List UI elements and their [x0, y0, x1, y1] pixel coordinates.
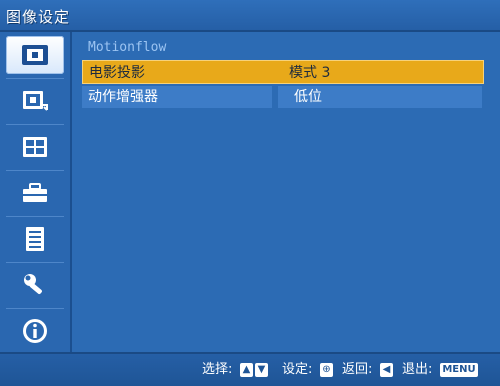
- exit-hint: 退出:: [402, 362, 433, 377]
- sidebar-item-info[interactable]: [6, 312, 64, 350]
- footer-hint-bar: 选择: ▲ ▼ 设定: ⊕ 返回: ◀ 退出: MENU: [0, 352, 500, 386]
- sidebar-item-screen[interactable]: [6, 128, 64, 166]
- menu-row-film-mode[interactable]: 电影投影 模式 3: [82, 60, 484, 84]
- picture-adjust-icon: [20, 88, 50, 114]
- select-hint: 选择:: [202, 362, 233, 377]
- window-title: 图像设定: [6, 8, 71, 26]
- picture-icon: [20, 43, 50, 67]
- toolbox-icon: [20, 181, 50, 205]
- sidebar-item-list[interactable]: [6, 220, 64, 258]
- title-bar: 图像设定: [0, 0, 500, 32]
- menu-key: MENU: [440, 363, 478, 377]
- info-icon: [20, 316, 50, 346]
- menu-row-motion-enhancer[interactable]: 动作增强器 低位: [82, 86, 482, 108]
- main-panel: Motionflow 电影投影 模式 3 动作增强器 低位: [74, 32, 500, 352]
- sidebar-item-picture[interactable]: [6, 36, 64, 74]
- row-value: 模式 3: [289, 65, 331, 81]
- sidebar-item-toolbox[interactable]: [6, 174, 64, 212]
- back-hint: 返回:: [342, 362, 373, 377]
- sidebar-item-wrench[interactable]: [6, 266, 64, 304]
- wrench-icon: [20, 272, 50, 298]
- down-key-icon: ▼: [255, 363, 268, 377]
- enter-key-icon: ⊕: [320, 363, 333, 377]
- sidebar-item-picture-adjust[interactable]: [6, 82, 64, 120]
- up-key-icon: ▲: [240, 363, 253, 377]
- row-label: 电影投影: [89, 65, 145, 81]
- sidebar: [0, 32, 72, 352]
- row-value: 低位: [278, 86, 482, 108]
- list-icon: [20, 225, 50, 253]
- back-key-icon: ◀: [380, 363, 393, 377]
- set-hint: 设定:: [282, 362, 313, 377]
- screen-layout-icon: [20, 135, 50, 159]
- section-title: Motionflow: [88, 40, 167, 55]
- row-label: 动作增强器: [82, 86, 272, 108]
